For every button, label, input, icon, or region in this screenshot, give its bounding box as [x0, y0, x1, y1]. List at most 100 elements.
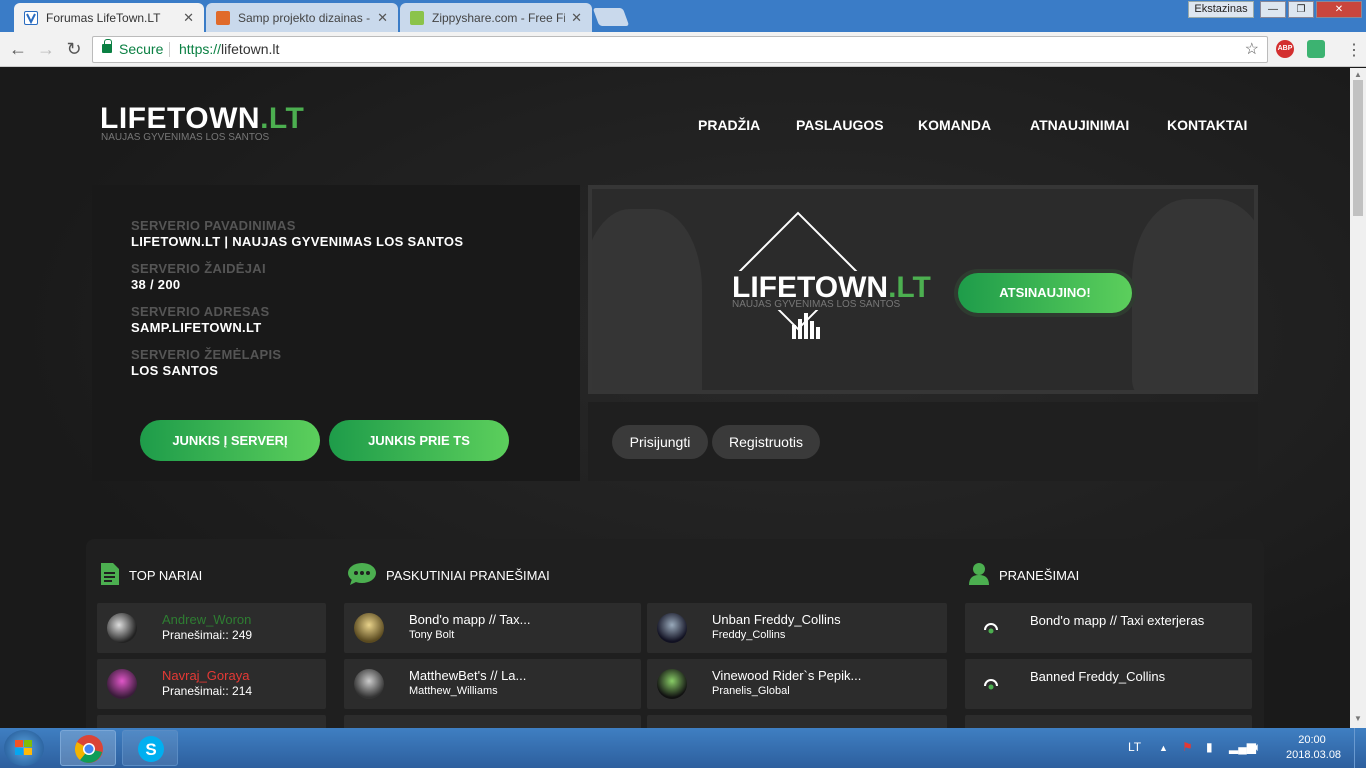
member-card[interactable]: Navraj_Goraya Pranešimai:: 214 [97, 659, 326, 709]
orange-favicon-icon [216, 10, 230, 25]
language-indicator[interactable]: LT [1128, 740, 1141, 754]
extension-icon[interactable] [1307, 40, 1325, 58]
forward-icon[interactable]: → [35, 38, 57, 60]
chrome-taskbar-button[interactable] [60, 730, 116, 766]
network-icon[interactable]: ▂▄▆ [1229, 740, 1256, 754]
avatar [107, 613, 137, 643]
back-icon[interactable]: ← [7, 38, 29, 60]
volume-icon[interactable]: 🔈︎ [1254, 740, 1261, 755]
server-info-panel: SERVERIO PAVADINIMAS LIFETOWN.LT | NAUJA… [92, 185, 580, 481]
report-title[interactable]: Banned Freddy_Collins [1030, 669, 1165, 684]
login-button[interactable]: Prisijungti [612, 425, 708, 459]
windows-taskbar: S LT ▲ ⚑ ▮ ▂▄▆ 🔈︎ 20:00 2018.03.08 [0, 728, 1366, 768]
post-card[interactable]: Vinewood Rider`s Pepik... Pranelis_Globa… [647, 659, 947, 709]
new-tab-button[interactable] [592, 8, 630, 26]
browser-tabstrip: Forumas LifeTown.LT ✕ Samp projekto diza… [0, 0, 1366, 32]
chat-bubble-icon [348, 563, 376, 588]
auth-bar: Prisijungti Registruotis [588, 402, 1258, 481]
divider [169, 42, 170, 57]
member-name[interactable]: Navraj_Goraya [162, 668, 249, 683]
report-title[interactable]: Bond'o mapp // Taxi exterjeras [1030, 613, 1204, 628]
server-name-item: SERVERIO PAVADINIMAS LIFETOWN.LT | NAUJA… [131, 218, 463, 249]
lifetown-favicon-icon [24, 10, 38, 25]
chrome-menu-icon[interactable]: ⋮ [1346, 40, 1362, 60]
character-left [592, 209, 702, 390]
post-card[interactable]: Unban Freddy_Collins Freddy_Collins [647, 603, 947, 653]
user-icon [969, 563, 989, 588]
profile-button[interactable]: Ekstazinas [1188, 1, 1254, 18]
adblock-plus-icon[interactable]: ABP [1276, 40, 1294, 58]
join-server-button[interactable]: JUNKIS Į SERVERĮ [140, 420, 320, 461]
close-tab-icon[interactable]: ✕ [377, 10, 388, 26]
report-card[interactable]: Banned Freddy_Collins [965, 659, 1252, 709]
post-card[interactable] [647, 715, 947, 728]
page-viewport: LIFETOWN.LT NAUJAS GYVENIMAS LOS SANTOS … [0, 68, 1350, 728]
post-topic[interactable]: MatthewBet's // La... [409, 668, 526, 683]
tray-expand-icon[interactable]: ▲ [1159, 743, 1168, 753]
post-topic[interactable]: Bond'o mapp // Tax... [409, 612, 530, 627]
secure-label: Secure [119, 41, 164, 57]
join-ts-button[interactable]: JUNKIS PRIE TS [329, 420, 509, 461]
clock-time: 20:00 [1298, 734, 1326, 746]
headset-icon [984, 679, 998, 690]
report-card[interactable] [965, 715, 1252, 728]
show-desktop-button[interactable] [1354, 728, 1366, 768]
reload-icon[interactable]: ↻ [63, 38, 85, 60]
register-button[interactable]: Registruotis [712, 425, 820, 459]
maximize-icon[interactable]: ❐ [1288, 1, 1314, 18]
tab-zippyshare[interactable]: Zippyshare.com - Free Fi ✕ [400, 3, 592, 32]
close-window-icon[interactable]: ✕ [1316, 1, 1362, 18]
member-name[interactable]: Andrew_Woron [162, 612, 251, 627]
nav-kontaktai[interactable]: KONTAKTAI [1167, 117, 1247, 133]
post-author[interactable]: Tony Bolt [409, 629, 454, 641]
tab-title: Zippyshare.com - Free Fi [432, 10, 566, 25]
tab-forumas[interactable]: Forumas LifeTown.LT ✕ [14, 3, 204, 32]
nav-atnaujinimai[interactable]: ATNAUJINIMAI [1030, 117, 1129, 133]
server-players-label: SERVERIO ŽAIDĖJAI [131, 261, 266, 276]
battery-icon[interactable]: ▮ [1206, 740, 1213, 754]
nav-komanda[interactable]: KOMANDA [918, 117, 991, 133]
report-card[interactable]: Bond'o mapp // Taxi exterjeras [965, 603, 1252, 653]
system-clock[interactable]: 20:00 2018.03.08 [1286, 733, 1342, 763]
site-logo[interactable]: LIFETOWN.LT NAUJAS GYVENIMAS LOS SANTOS [100, 102, 305, 143]
browser-toolbar: ← → ↻ Secure https://lifetown.lt ☆ ABP ⋮ [0, 32, 1366, 67]
address-bar[interactable]: Secure https://lifetown.lt ☆ [92, 36, 1268, 63]
start-button[interactable] [4, 730, 44, 766]
banner-tagline: NAUJAS GYVENIMAS LOS SANTOS [730, 299, 903, 310]
tab-samp[interactable]: Samp projekto dizainas - ✕ [206, 3, 398, 32]
bookmark-star-icon[interactable]: ☆ [1245, 37, 1259, 62]
scroll-down-icon[interactable]: ▼ [1354, 714, 1362, 723]
scroll-up-icon[interactable]: ▲ [1354, 70, 1362, 79]
post-topic[interactable]: Unban Freddy_Collins [712, 612, 841, 627]
page-scrollbar[interactable]: ▲ ▼ [1350, 68, 1366, 728]
nav-paslaugos[interactable]: PASLAUGOS [796, 117, 884, 133]
post-author[interactable]: Pranelis_Global [712, 685, 790, 697]
close-tab-icon[interactable]: ✕ [183, 10, 194, 26]
nav-pradzia[interactable]: PRADŽIA [698, 117, 760, 133]
zippyshare-favicon-icon [410, 10, 424, 25]
logo-text: LIFETOWN.LT [100, 102, 305, 135]
avatar [354, 669, 384, 699]
server-map-item: SERVERIO ŽEMĖLAPIS LOS SANTOS [131, 347, 281, 378]
action-center-icon[interactable]: ⚑ [1182, 740, 1193, 754]
minimize-icon[interactable]: — [1260, 1, 1286, 18]
member-card[interactable] [97, 715, 326, 728]
scrollbar-thumb[interactable] [1353, 80, 1363, 216]
post-author[interactable]: Freddy_Collins [712, 629, 785, 641]
updated-button[interactable]: ATSINAUJINO! [958, 273, 1132, 313]
post-author[interactable]: Matthew_Williams [409, 685, 498, 697]
close-tab-icon[interactable]: ✕ [571, 10, 582, 26]
avatar [657, 613, 687, 643]
skype-taskbar-button[interactable]: S [122, 730, 178, 766]
post-card[interactable]: Bond'o mapp // Tax... Tony Bolt [344, 603, 641, 653]
reports-title: PRANEŠIMAI [969, 563, 1079, 588]
clock-date: 2018.03.08 [1286, 749, 1342, 761]
member-posts: Pranešimai:: 214 [162, 684, 253, 698]
url-text: https://lifetown.lt [179, 37, 279, 62]
url-scheme: https:// [179, 41, 222, 57]
post-card[interactable] [344, 715, 641, 728]
post-card[interactable]: MatthewBet's // La... Matthew_Williams [344, 659, 641, 709]
lock-icon [102, 39, 112, 53]
post-topic[interactable]: Vinewood Rider`s Pepik... [712, 668, 861, 683]
member-card[interactable]: Andrew_Woron Pranešimai:: 249 [97, 603, 326, 653]
